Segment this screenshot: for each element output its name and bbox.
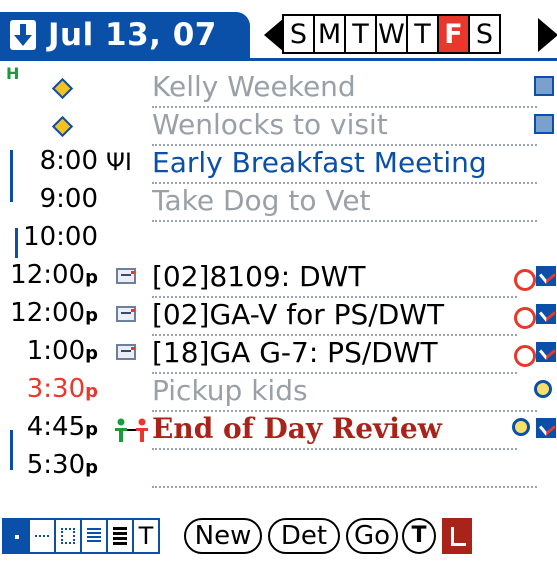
down-arrow-icon[interactable] — [10, 20, 36, 50]
date-tab[interactable]: Jul 13, 07 — [0, 12, 250, 58]
event-time: 9:00 — [39, 184, 98, 214]
event-row[interactable]: 3:30p Pickup kids — [0, 372, 557, 412]
event-time: 4:45p — [26, 412, 98, 442]
event-title — [152, 220, 537, 258]
repeat-icon — [534, 114, 554, 134]
day-button-thu[interactable]: T — [406, 14, 439, 54]
new-button[interactable]: New — [184, 518, 262, 554]
task-check-icon — [536, 342, 556, 362]
day-button-tue[interactable]: T — [344, 14, 377, 54]
details-button[interactable]: Det — [268, 518, 340, 554]
event-title: [02]GA-V for PS/DWT — [152, 296, 517, 336]
event-title: Pickup kids — [152, 372, 537, 412]
event-time: 12:00p — [10, 260, 98, 290]
todo-circle-icon — [514, 269, 536, 291]
event-title: Early Breakfast Meeting — [152, 144, 537, 184]
event-row[interactable]: 12:00p [02]GA-V for PS/DWT — [0, 296, 557, 336]
alarm-clock-icon — [512, 418, 530, 436]
event-row[interactable]: 10:00 — [0, 220, 557, 258]
event-title: Take Dog to Vet — [152, 182, 537, 222]
list-view-button[interactable] — [106, 518, 134, 554]
day-button-mon[interactable]: M — [313, 14, 346, 54]
event-time: 10:00 — [23, 222, 98, 252]
week-day-selector: S M T W T F S — [282, 14, 501, 54]
day-button-sat[interactable]: S — [468, 14, 501, 54]
event-row[interactable]: 12:00p [02]8109: DWT — [0, 258, 557, 298]
task-check-icon — [536, 304, 556, 324]
view-selector: T — [2, 518, 160, 554]
current-date: Jul 13, 07 — [48, 17, 217, 53]
bottom-toolbar: T New Det Go T — [0, 512, 557, 564]
event-row[interactable]: 9:00 Take Dog to Vet — [0, 182, 557, 222]
event-title — [152, 448, 537, 488]
day-button-sun[interactable]: S — [282, 14, 315, 54]
event-title: Kelly Weekend — [152, 68, 537, 108]
event-title: Wenlocks to visit — [152, 106, 537, 146]
note-icon[interactable] — [116, 344, 136, 360]
go-button[interactable]: Go — [346, 518, 398, 554]
grid-view-button[interactable] — [80, 518, 108, 554]
daybook-screen: Jul 13, 07 S M T W T F S H Kelly Weekend… — [0, 0, 557, 564]
next-week-arrow-icon[interactable] — [538, 18, 557, 52]
week-view-button[interactable] — [28, 518, 56, 554]
note-icon[interactable] — [116, 306, 136, 322]
event-time: 5:30p — [26, 450, 98, 480]
untimed-event-diamond-icon — [51, 115, 74, 138]
header-bar: Jul 13, 07 S M T W T F S — [0, 0, 557, 62]
todo-view-button[interactable]: T — [132, 518, 160, 554]
event-title: [18]GA G-7: PS/DWT — [152, 334, 517, 374]
event-row[interactable]: 8:00 ΨΙ Early Breakfast Meeting — [0, 144, 557, 184]
event-row[interactable]: Wenlocks to visit — [0, 106, 557, 146]
event-title: End of Day Review — [152, 410, 517, 450]
event-row[interactable]: 1:00p [18]GA G-7: PS/DWT — [0, 334, 557, 374]
alarm-clock-icon — [534, 380, 552, 398]
event-time: 1:00p — [26, 336, 98, 366]
todo-circle-icon — [514, 307, 536, 329]
previous-week-arrow-icon[interactable] — [264, 18, 284, 52]
event-row[interactable]: 5:30p — [0, 448, 557, 488]
header-divider — [0, 58, 557, 61]
task-check-icon — [536, 266, 556, 286]
note-icon[interactable] — [116, 268, 136, 284]
repeat-icon — [534, 76, 554, 96]
event-row[interactable]: 4:45p End of Day Review — [0, 410, 557, 450]
fork-knife-icon: ΨΙ — [106, 148, 132, 176]
event-title: [02]8109: DWT — [152, 258, 517, 298]
new-todo-button[interactable] — [442, 518, 472, 554]
event-time: 8:00 — [39, 146, 98, 176]
event-row[interactable]: Kelly Weekend — [0, 68, 557, 108]
day-button-fri[interactable]: F — [437, 14, 470, 54]
month-view-button[interactable] — [54, 518, 82, 554]
untimed-event-diamond-icon — [51, 77, 74, 100]
event-time: 12:00p — [10, 298, 98, 328]
day-view-button[interactable] — [2, 518, 30, 554]
people-meeting-icon — [112, 418, 152, 446]
task-check-icon — [536, 418, 556, 438]
event-time: 3:30p — [26, 374, 98, 404]
today-button[interactable]: T — [402, 518, 436, 554]
day-button-wed[interactable]: W — [375, 14, 408, 54]
todo-circle-icon — [514, 345, 536, 367]
